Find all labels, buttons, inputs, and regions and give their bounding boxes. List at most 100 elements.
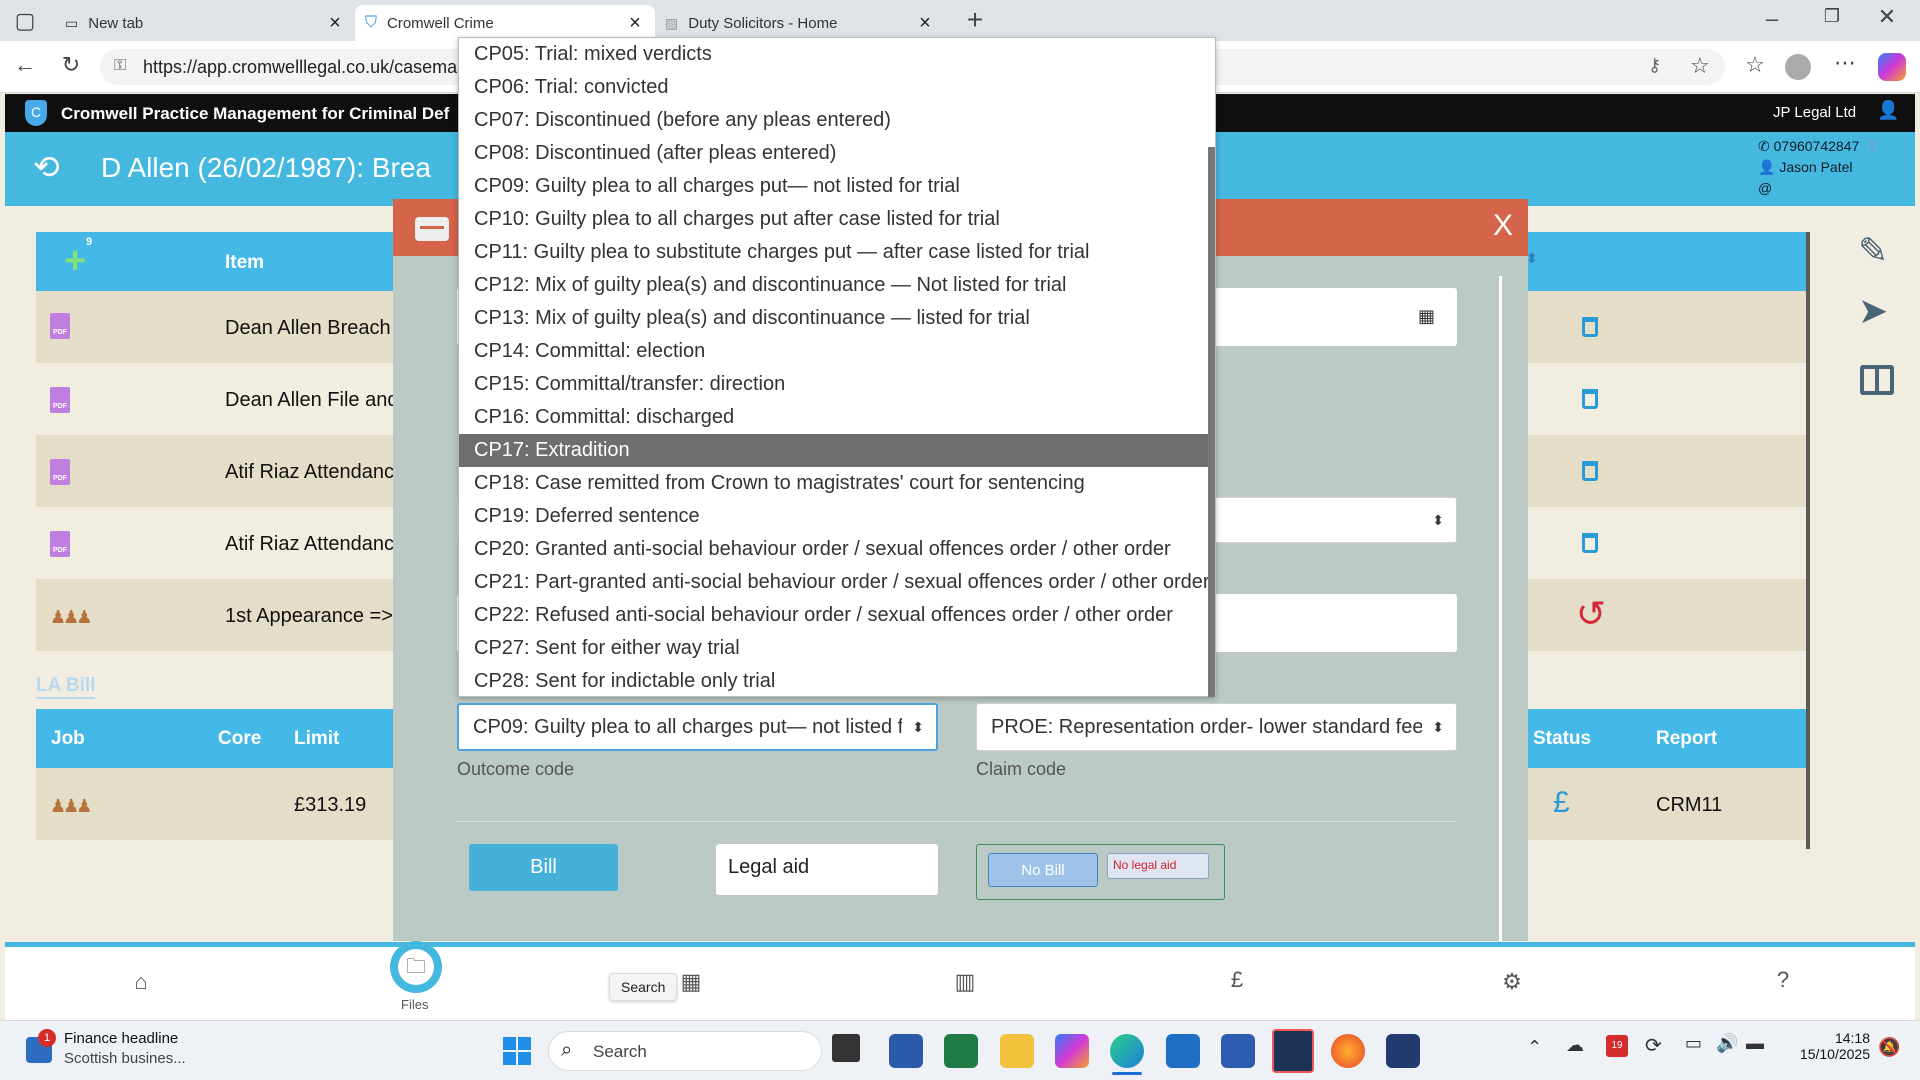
no-bill-toggle[interactable]: No Bill bbox=[988, 853, 1098, 887]
dropdown-option[interactable]: CP16: Committal: discharged bbox=[459, 401, 1215, 434]
home-icon[interactable]: ⌂ bbox=[121, 969, 161, 995]
star-icon[interactable]: ☆ bbox=[1690, 53, 1710, 79]
dropdown-option[interactable]: CP12: Mix of guilty plea(s) and disconti… bbox=[459, 269, 1215, 302]
word-icon[interactable] bbox=[1221, 1034, 1255, 1068]
bill-button[interactable]: Bill bbox=[469, 844, 618, 891]
close-modal-button[interactable]: X bbox=[1493, 209, 1513, 243]
dropdown-option[interactable]: CP11: Guilty plea to substitute charges … bbox=[459, 236, 1215, 269]
volume-icon[interactable]: 🔊 bbox=[1716, 1033, 1738, 1054]
firefox-icon[interactable] bbox=[1331, 1034, 1365, 1068]
item-name[interactable]: Dean Allen Breach bbox=[225, 317, 391, 340]
claim-code-select[interactable]: PROE: Representation order- lower standa… bbox=[976, 703, 1457, 751]
clock[interactable]: 14:18 15/10/2025 bbox=[1790, 1030, 1870, 1062]
dropdown-option[interactable]: CP22: Refused anti-social behaviour orde… bbox=[459, 599, 1215, 632]
key-icon[interactable]: ⚷ bbox=[1648, 55, 1661, 76]
help-nav-icon[interactable]: ? bbox=[1763, 967, 1803, 993]
dropdown-option[interactable]: CP18: Case remitted from Crown to magist… bbox=[459, 467, 1215, 500]
dropdown-option[interactable]: CP06: Trial: convicted bbox=[459, 71, 1215, 104]
close-tab-icon[interactable]: × bbox=[325, 12, 345, 35]
add-item-plus-icon[interactable]: + bbox=[64, 240, 86, 283]
news-title[interactable]: Finance headline bbox=[64, 1030, 178, 1047]
close-tab-icon[interactable]: × bbox=[915, 12, 935, 35]
tab-actions-icon[interactable]: ▢ bbox=[8, 8, 42, 34]
item-name[interactable]: Atif Riaz Attendanc bbox=[225, 461, 394, 484]
profile-avatar[interactable] bbox=[1785, 54, 1811, 80]
back-icon[interactable]: ← bbox=[8, 52, 42, 78]
favorites-icon[interactable]: ☆ bbox=[1738, 52, 1772, 78]
item-name[interactable]: 1st Appearance => bbox=[225, 605, 393, 628]
delete-trash-icon[interactable] bbox=[1582, 461, 1598, 481]
edit-icon[interactable]: ✎ bbox=[1858, 230, 1888, 272]
undo-icon[interactable]: ↺ bbox=[1576, 593, 1606, 635]
dropdown-option[interactable]: CP08: Discontinued (after pleas entered) bbox=[459, 137, 1215, 170]
task-view-icon[interactable] bbox=[832, 1034, 860, 1062]
pinned-app-icon[interactable] bbox=[1272, 1029, 1314, 1073]
excel-icon[interactable] bbox=[944, 1034, 978, 1068]
store-icon[interactable] bbox=[889, 1034, 923, 1068]
close-window-icon[interactable]: ✕ bbox=[1870, 4, 1904, 30]
la-bill-link[interactable]: LA Bill bbox=[36, 675, 96, 699]
news-subtitle[interactable]: Scottish busines... bbox=[64, 1050, 186, 1067]
windows-start-icon[interactable] bbox=[503, 1037, 531, 1065]
dropdown-option[interactable]: CP28: Sent for indictable only trial bbox=[459, 665, 1215, 696]
battery-icon[interactable]: ▬ bbox=[1746, 1033, 1764, 1054]
tray-chevron-icon[interactable]: ⌃ bbox=[1527, 1037, 1542, 1058]
delete-trash-icon[interactable] bbox=[1582, 317, 1598, 337]
dropdown-option[interactable]: CP14: Committal: election bbox=[459, 335, 1215, 368]
legal-aid-field[interactable]: Legal aid bbox=[716, 844, 938, 895]
settings-gear-icon[interactable]: ⚙ bbox=[1492, 969, 1532, 995]
copilot-icon[interactable] bbox=[1878, 53, 1906, 81]
dropdown-option[interactable]: CP05: Trial: mixed verdicts bbox=[459, 38, 1215, 71]
dropdown-option[interactable]: CP19: Deferred sentence bbox=[459, 500, 1215, 533]
email-icon[interactable]: @ bbox=[1758, 180, 1772, 196]
edge-icon[interactable] bbox=[1110, 1034, 1144, 1068]
dropdown-option[interactable]: CP27: Sent for either way trial bbox=[459, 632, 1215, 665]
finance-nav-icon[interactable]: £ bbox=[1217, 967, 1257, 993]
reporting-app-icon[interactable] bbox=[1386, 1034, 1420, 1068]
dropdown-option[interactable]: CP13: Mix of guilty plea(s) and disconti… bbox=[459, 302, 1215, 335]
pound-status-icon[interactable]: £ bbox=[1553, 786, 1570, 820]
table-scrollbar[interactable] bbox=[1806, 232, 1810, 849]
file-explorer-icon[interactable] bbox=[1000, 1034, 1034, 1068]
tab-cromwell-crime[interactable]: ⛉ Cromwell Crime × bbox=[355, 5, 655, 41]
dropdown-option[interactable]: CP17: Extradition bbox=[459, 434, 1215, 467]
dropdown-option[interactable]: CP21: Part-granted anti-social behaviour… bbox=[459, 566, 1215, 599]
dropdown-option[interactable]: CP15: Committal/transfer: direction bbox=[459, 368, 1215, 401]
delete-trash-icon[interactable] bbox=[1582, 533, 1598, 553]
history-icon[interactable]: ⟲ bbox=[33, 148, 60, 186]
modal-scrollbar[interactable] bbox=[1499, 276, 1502, 941]
calendar-tray-icon[interactable]: 19 bbox=[1606, 1035, 1628, 1057]
no-legal-aid-toggle[interactable]: No legal aid bbox=[1107, 853, 1209, 879]
cloud-off-icon[interactable]: ☁ bbox=[1566, 1035, 1584, 1056]
outcome-code-select[interactable]: CP09: Guilty plea to all charges put— no… bbox=[457, 703, 938, 751]
delete-trash-icon[interactable] bbox=[1582, 389, 1598, 409]
outcome-code-dropdown[interactable]: CP05: Trial: mixed verdicts CP06: Trial: … bbox=[458, 37, 1216, 697]
dropdown-scrollbar[interactable] bbox=[1208, 147, 1215, 697]
dropdown-option[interactable]: CP20: Granted anti-social behaviour orde… bbox=[459, 533, 1215, 566]
files-nav-bubble[interactable]: 🗀 bbox=[390, 941, 442, 993]
bill-report[interactable]: CRM11 bbox=[1656, 794, 1722, 817]
taskbar-search-box[interactable]: ⌕ Search bbox=[548, 1031, 822, 1071]
new-tab-plus-icon[interactable]: + bbox=[958, 4, 992, 36]
contact-phone[interactable]: 07960742847 bbox=[1774, 138, 1860, 154]
network-icon[interactable]: ▭ bbox=[1685, 1033, 1702, 1054]
files-nav-label[interactable]: Files bbox=[401, 997, 428, 1012]
copilot-app-icon[interactable] bbox=[1055, 1034, 1089, 1068]
minimize-icon[interactable]: – bbox=[1755, 6, 1789, 32]
tab-new-tab[interactable]: ▭ New tab × bbox=[55, 5, 355, 41]
site-info-icon[interactable]: ⚿ bbox=[114, 57, 126, 75]
item-name[interactable]: Dean Allen File and bbox=[225, 389, 398, 412]
close-tab-icon[interactable]: × bbox=[625, 12, 645, 35]
outlook-icon[interactable] bbox=[1166, 1034, 1200, 1068]
calendar-nav-icon[interactable]: ▦ bbox=[671, 969, 711, 995]
refresh-icon[interactable]: ↻ bbox=[54, 52, 88, 78]
link-icon[interactable]: ⛓ bbox=[1863, 138, 1881, 154]
split-view-icon[interactable] bbox=[1860, 365, 1894, 395]
send-icon[interactable]: ➤ bbox=[1858, 290, 1888, 332]
sync-icon[interactable]: ⟳ bbox=[1645, 1033, 1662, 1058]
notifications-icon[interactable]: 🔕 bbox=[1878, 1037, 1900, 1058]
user-icon[interactable]: 👤 bbox=[1877, 100, 1899, 121]
chart-nav-icon[interactable]: ▥ bbox=[945, 969, 985, 995]
calendar-icon[interactable]: ▦ bbox=[1418, 306, 1435, 327]
dropdown-option[interactable]: CP10: Guilty plea to all charges put aft… bbox=[459, 203, 1215, 236]
